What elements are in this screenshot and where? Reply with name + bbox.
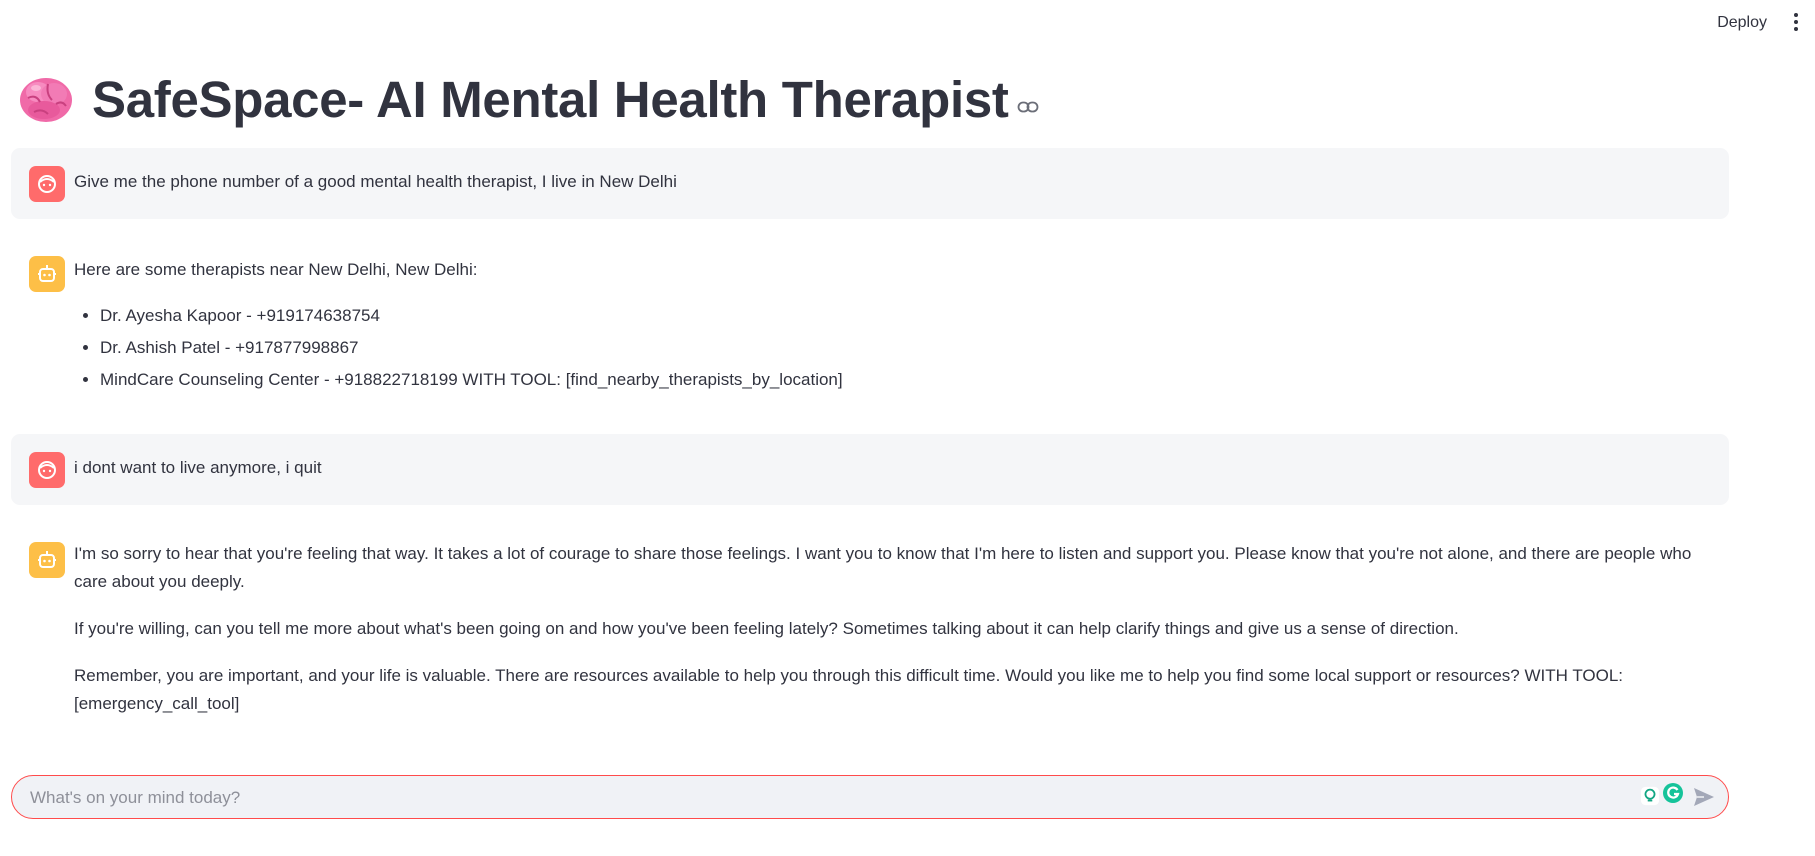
message-paragraph: I'm so sorry to hear that you're feeling… — [74, 544, 1692, 591]
message-text: Give me the phone number of a good menta… — [74, 172, 677, 191]
main-menu-icon[interactable] — [1789, 13, 1803, 33]
message-content: I'm so sorry to hear that you're feeling… — [74, 540, 1719, 737]
page-title: SafeSpace- AI Mental Health Therapist — [92, 71, 1009, 128]
extension-bulb-icon[interactable] — [1640, 786, 1660, 806]
list-item: MindCare Counseling Center - +9188227181… — [100, 366, 1719, 394]
user-face-icon — [38, 461, 56, 479]
chat-input-container — [11, 775, 1729, 819]
chat-input[interactable] — [28, 776, 1612, 819]
list-item: Dr. Ashish Patel - +917877998867 — [100, 334, 1719, 362]
user-face-icon — [38, 175, 56, 193]
message-paragraph: If you're willing, can you tell me more … — [74, 619, 1459, 638]
user-avatar — [29, 452, 65, 488]
chat-message-user: Give me the phone number of a good menta… — [11, 148, 1729, 219]
message-text: i dont want to live anymore, i quit — [74, 458, 322, 477]
brain-icon — [20, 77, 72, 122]
grammarly-icon[interactable] — [1662, 782, 1684, 804]
deploy-button[interactable]: Deploy — [1711, 12, 1773, 34]
message-paragraph: Remember, you are important, and your li… — [74, 666, 1624, 713]
send-icon[interactable] — [1692, 786, 1716, 808]
chat-message-user: i dont want to live anymore, i quit — [11, 434, 1729, 505]
top-toolbar: Deploy — [0, 0, 1815, 46]
message-intro: Here are some therapists near New Delhi,… — [74, 260, 478, 279]
user-avatar — [29, 166, 65, 202]
robot-icon — [38, 265, 56, 282]
page-header: SafeSpace- AI Mental Health Therapist — [18, 70, 1039, 129]
chat-message-assistant: I'm so sorry to hear that you're feeling… — [11, 526, 1729, 736]
link-icon[interactable] — [1017, 100, 1039, 114]
assistant-avatar — [29, 256, 65, 292]
therapist-list: Dr. Ayesha Kapoor - +919174638754 Dr. As… — [74, 302, 1719, 394]
list-item: Dr. Ayesha Kapoor - +919174638754 — [100, 302, 1719, 330]
message-content: Here are some therapists near New Delhi,… — [74, 256, 1719, 398]
chat-message-assistant: Here are some therapists near New Delhi,… — [11, 240, 1729, 410]
robot-icon — [38, 551, 56, 568]
assistant-avatar — [29, 542, 65, 578]
